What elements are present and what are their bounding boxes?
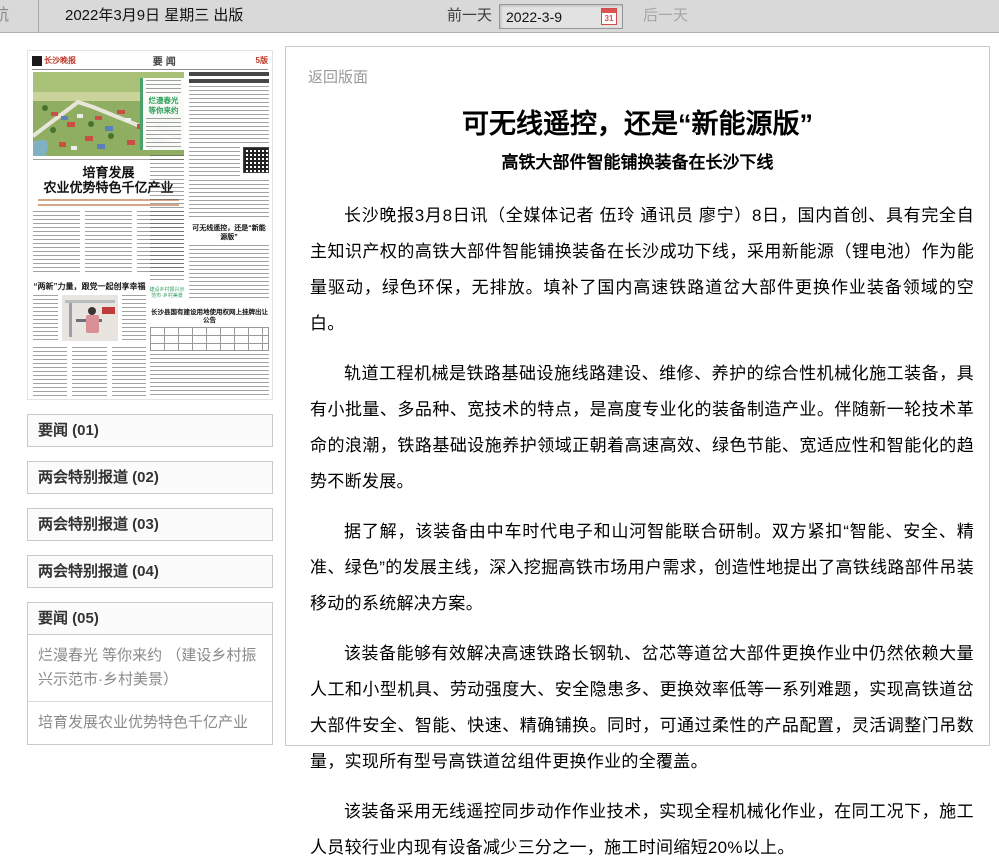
masthead-title: 长沙晚报 xyxy=(44,55,76,66)
page-thumbnail[interactable]: 长沙晚报 要闻 5版 xyxy=(27,50,273,400)
calendar-icon[interactable]: 31 xyxy=(601,8,617,25)
article-paragraph: 长沙晚报3月8日讯（全媒体记者 伍玲 通讯员 廖宁）8日，国内首创、具有完全自主… xyxy=(310,198,974,342)
thumb-section-label: 要闻 xyxy=(76,53,256,68)
nav-divider xyxy=(38,0,39,32)
previous-day-link[interactable]: 前一天 xyxy=(447,0,492,32)
sidebar-article-list: 烂漫春光 等你来约 （建设乡村振兴示范市·乡村美景） 培育发展农业优势特色千亿产… xyxy=(27,635,273,745)
thumb-middle-column-lines xyxy=(150,155,184,283)
qr-code-icon xyxy=(243,147,269,173)
thumb-right-column: 可无线遥控，还是“新能源版” xyxy=(189,72,269,306)
sidebar: 长沙晚报 要闻 5版 xyxy=(27,50,273,745)
sidebar-section-lianghui-04[interactable]: 两会特别报道 (04) xyxy=(27,555,273,588)
next-day-link[interactable]: 后一天 xyxy=(643,0,688,32)
article-subtitle: 高铁大部件智能铺换装备在长沙下线 xyxy=(286,148,989,173)
masthead-rule xyxy=(32,69,268,70)
right-headline-bars xyxy=(189,72,269,83)
article-paragraph: 据了解，该装备由中车时代电子和山河智能联合研制。双方紧扣“智能、安全、精准、绿色… xyxy=(310,514,974,622)
thumb-article2-block xyxy=(33,295,146,341)
sidebar-section-lianghui-02[interactable]: 两会特别报道 (02) xyxy=(27,461,273,494)
photo-overlay-box: 烂漫春光 等你来约 xyxy=(140,78,184,150)
thumb-article2-columns xyxy=(33,347,146,397)
article-paragraph: 该装备能够有效解决高速铁路长钢轨、岔芯等道岔大部件更换作业中仍然依赖大量人工和小… xyxy=(310,636,974,780)
thumb-article2-headline: “两新”力量，跟党一起创享幸福 xyxy=(33,281,146,292)
article-panel: 返回版面 可无线遥控，还是“新能源版” 高铁大部件智能铺换装备在长沙下线 长沙晚… xyxy=(285,46,990,746)
thumb-page-number: 5版 xyxy=(256,55,268,66)
calendar-icon-day: 31 xyxy=(602,13,616,24)
top-navigation-bar: 航 2022年3月9日 星期三 出版 前一天 31 后一天 xyxy=(0,0,999,33)
back-to-page-link[interactable]: 返回版面 xyxy=(308,66,368,87)
thumb-masthead: 长沙晚报 要闻 5版 xyxy=(32,54,268,67)
overlay-text-lines xyxy=(146,118,181,148)
overlay-title-line2: 等你来约 xyxy=(146,106,181,116)
article-body: 长沙晚报3月8日讯（全媒体记者 伍玲 通讯员 廖宁）8日，国内首创、具有完全自主… xyxy=(310,198,974,866)
article-title: 可无线遥控，还是“新能源版” xyxy=(286,102,989,141)
masthead-logo-icon xyxy=(32,56,42,66)
sidebar-article-link[interactable]: 培育发展农业优势特色千亿产业 xyxy=(28,701,272,744)
article-paragraph: 该装备采用无线遥控同步动作作业技术，实现全程机械化作业，在同工况下，施工人员较行… xyxy=(310,794,974,866)
overlay-title-line1: 烂漫春光 xyxy=(146,96,181,106)
thumb-series-stamp: 建设乡村振兴示范市·乡村美景 xyxy=(148,287,186,299)
sidebar-section-lianghui-03[interactable]: 两会特别报道 (03) xyxy=(27,508,273,541)
publication-date-label: 2022年3月9日 星期三 出版 xyxy=(65,0,243,32)
sidebar-section-yaowen-01[interactable]: 要闻 (01) xyxy=(27,414,273,447)
sidebar-article-link[interactable]: 烂漫春光 等你来约 （建设乡村振兴示范市·乡村美景） xyxy=(28,635,272,701)
thumb-notice-headline: 长沙县国有建设用地使用权网上挂牌出让公告 xyxy=(150,309,269,325)
thumb-notice-block: 长沙县国有建设用地使用权网上挂牌出让公告 xyxy=(150,309,269,397)
thumb-right-headline: 可无线遥控，还是“新能源版” xyxy=(189,224,269,242)
article-paragraph: 轨道工程机械是铁路基础设施线路建设、维修、养护的综合性机械化施工装备，具有小批量… xyxy=(310,356,974,500)
sidebar-section-yaowen-05[interactable]: 要闻 (05) xyxy=(27,602,273,635)
overlay-text-lines xyxy=(146,80,181,94)
worker-photo xyxy=(62,295,118,341)
thumb-notice-table xyxy=(150,327,269,351)
nav-partial-label[interactable]: 航 xyxy=(0,0,9,32)
